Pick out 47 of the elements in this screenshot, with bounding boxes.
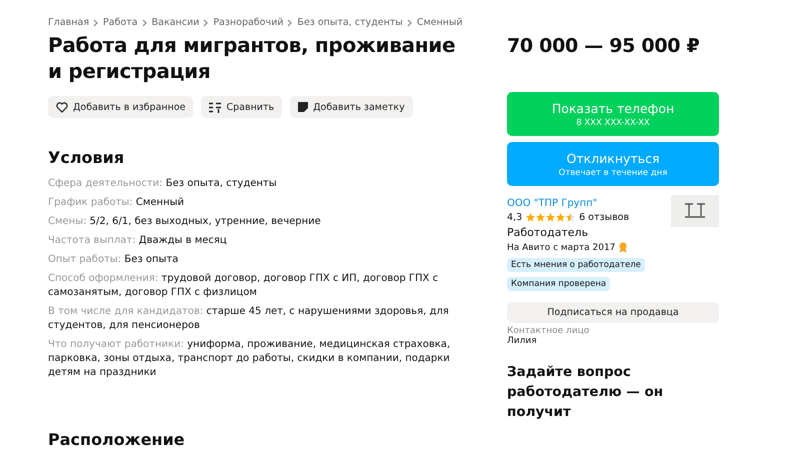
note-icon [298, 102, 308, 112]
chevron-icon [93, 18, 100, 26]
condition-text: Смены: 5/2, 6/1, без выходных, утренние, вечерние [48, 215, 322, 229]
star-icon [536, 213, 546, 222]
section-heading: Расположение [48, 430, 186, 449]
condition-text: В том числе для кандидатов: старше 45 лет, с нарушениями здоровья, для студентов, для пенсионеров [48, 305, 450, 333]
price: 70 000 — 95 000 ₽ [507, 35, 700, 57]
member-since: На Авито с марта 2017 [507, 242, 616, 252]
contact-label: Контактное лицо [507, 326, 590, 336]
company-logo-icon [671, 195, 719, 227]
employer-role: Работодатель [507, 226, 588, 239]
reviews-link[interactable]: 6 отзывов [579, 212, 630, 223]
chevron-icon [287, 18, 294, 26]
breadcrumb-link[interactable]: Сменный [416, 17, 463, 28]
breadcrumb-link[interactable]: Без опыта, студенты [297, 17, 403, 28]
heart-icon [56, 102, 68, 112]
condition-text: Способ оформления: трудовой договор, договор ГПХ с ИП, договор ГПХ с самозанятым, договор ГПХ с физлицом [48, 272, 440, 300]
condition-text: Частота выплат: Дважды в месяц [48, 234, 228, 248]
breadcrumb-link[interactable]: Разнорабочий [213, 17, 284, 28]
action-button[interactable]: Добавить в избранное [48, 96, 194, 118]
star-icon [556, 213, 566, 222]
breadcrumb-link[interactable]: Главная [48, 17, 90, 28]
action-button[interactable]: Добавить заметку [290, 96, 413, 118]
star-icon [566, 213, 576, 222]
company-link[interactable]: ООО "ТПР Групп" [507, 198, 598, 209]
condition-text: Опыт работы: Без опыта [48, 253, 180, 267]
chevron-icon [406, 18, 413, 26]
condition-text: Сфера деятельности: Без опыта, студенты [48, 177, 278, 191]
condition-text: Что получают работники: униформа, проживание, медицинская страховка, парковка, зоны отдыха, транспорт до работы, скидки в компании, подарки детям на праздники [48, 338, 452, 380]
contact-name: Лилия [507, 336, 538, 346]
medal-icon [618, 242, 628, 253]
breadcrumb-link[interactable]: Работа [103, 17, 138, 28]
subscribe-button[interactable]: Подписаться на продавца [507, 302, 719, 323]
section-heading: Задайте вопрос работодателю — он получит [507, 363, 664, 422]
rating-value: 4,3 [507, 212, 522, 223]
info-badge: Есть мнения о работодателе [507, 258, 645, 272]
condition-text: График работы: Сменный [48, 196, 186, 210]
breadcrumb-link[interactable]: Вакансии [152, 17, 200, 28]
page-title: Работа для мигрантов, проживание и регистрация [48, 32, 456, 84]
action-button[interactable]: Сравнить [201, 96, 282, 118]
compare-icon [209, 102, 222, 112]
info-badge: Компания проверена [507, 277, 610, 291]
star-icon [526, 213, 536, 222]
section-heading: Условия [48, 148, 126, 167]
chevron-icon [142, 18, 148, 26]
chevron-icon [203, 18, 210, 26]
star-icon [546, 213, 556, 222]
